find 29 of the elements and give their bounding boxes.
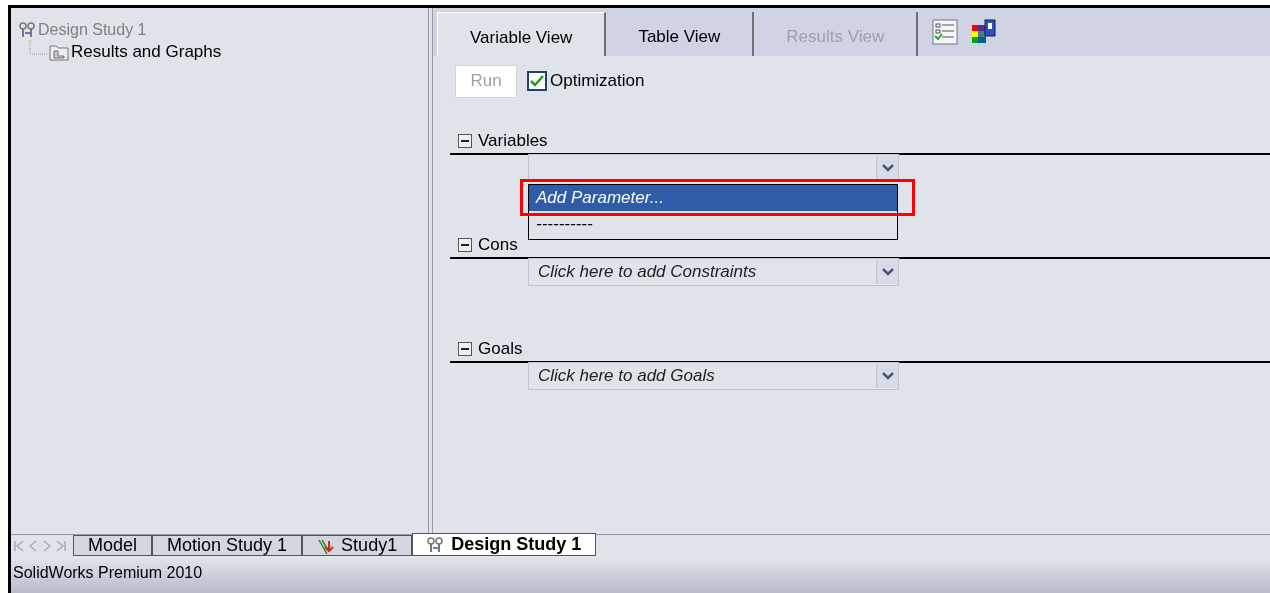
menu-item[interactable]: ---------- bbox=[529, 211, 897, 237]
collapse-toggle[interactable] bbox=[458, 342, 472, 356]
navigation-arrow-icon bbox=[13, 538, 25, 553]
tree-item[interactable]: Results and Graphs bbox=[71, 39, 222, 65]
design-study-icon bbox=[19, 22, 35, 38]
menu-item[interactable]: Add Parameter... bbox=[529, 185, 897, 211]
status-text: SolidWorks Premium 2010 bbox=[13, 563, 203, 583]
collapse-toggle[interactable] bbox=[458, 134, 472, 148]
study-tab[interactable]: Motion Study 1 bbox=[152, 535, 303, 556]
simulation-icon bbox=[317, 537, 336, 554]
study-tab[interactable]: Study1 bbox=[302, 535, 413, 556]
design-study-icon bbox=[427, 536, 446, 553]
dropdown[interactable]: Click here to add Goals bbox=[528, 362, 899, 390]
navigation-arrow-icon bbox=[55, 538, 67, 553]
section-title: Variables bbox=[478, 130, 548, 153]
color-plot-icon bbox=[970, 19, 997, 45]
collapse-toggle[interactable] bbox=[458, 238, 472, 252]
view-tab[interactable]: Variable View bbox=[437, 12, 607, 56]
study-tab[interactable]: Model bbox=[73, 535, 153, 556]
study-tab[interactable]: Design Study 1 bbox=[412, 533, 597, 556]
dropdown[interactable]: Click here to add Constraints bbox=[528, 258, 899, 286]
checkbox-label: Optimization bbox=[550, 70, 645, 93]
checklist-icon bbox=[932, 19, 959, 45]
section-title: Goals bbox=[478, 338, 523, 361]
section-title: Cons bbox=[478, 234, 518, 257]
checkbox[interactable] bbox=[527, 71, 547, 91]
dropdown[interactable] bbox=[528, 154, 899, 182]
tree-connector-icon bbox=[29, 40, 49, 55]
folder-icon bbox=[49, 43, 69, 61]
